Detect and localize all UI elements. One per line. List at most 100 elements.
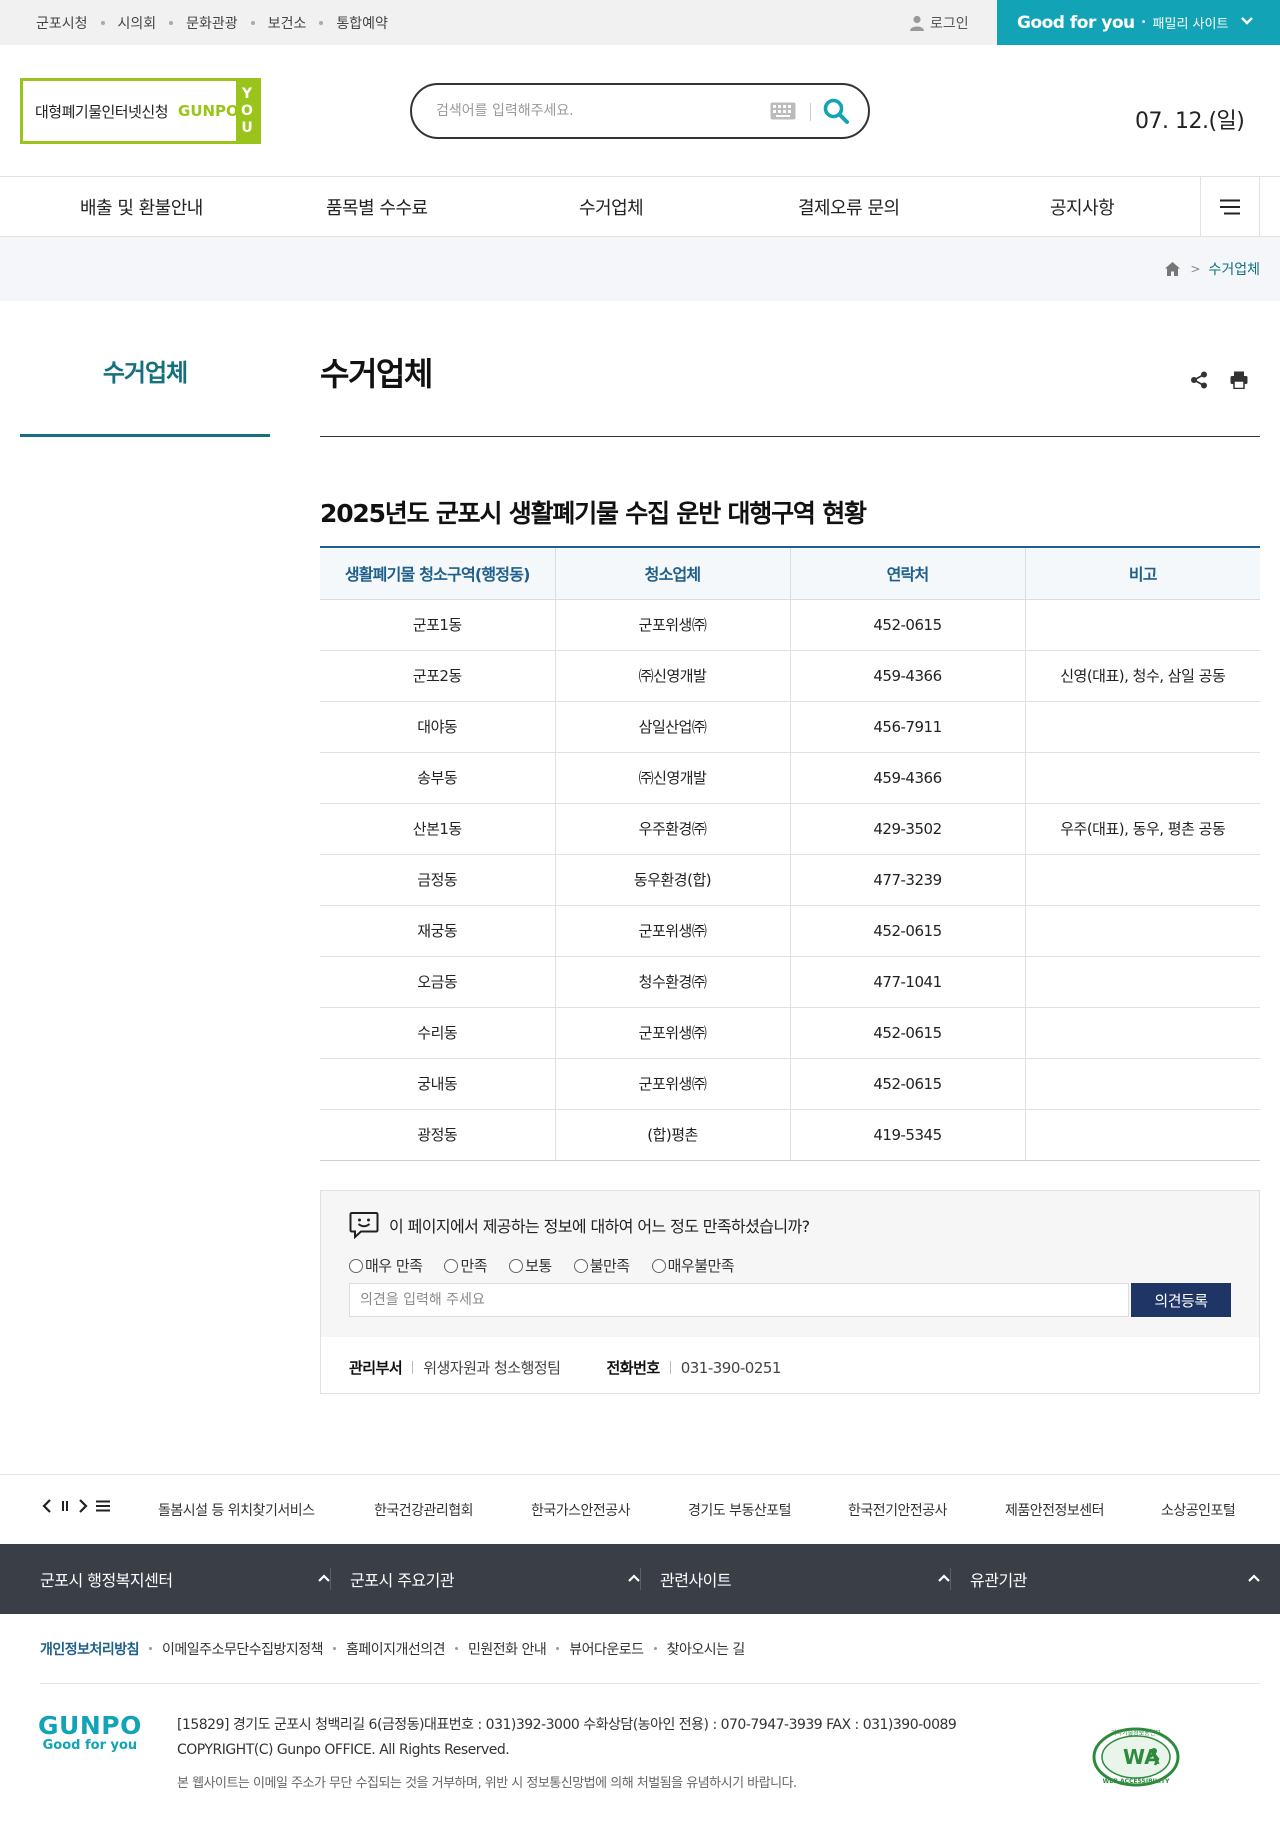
keyboard-icon[interactable] [770, 102, 796, 120]
cell-company: 군포위생㈜ [555, 905, 791, 957]
phone-guide-link[interactable]: 민원전화 안내 [468, 1639, 547, 1659]
banner-link[interactable]: 한국가스안전공사 [531, 1500, 631, 1520]
footer-logo: GUNPO Good for you [38, 1711, 142, 1753]
person-icon [910, 15, 924, 31]
manager-label: 관리부서 [349, 1359, 403, 1377]
nav-item-disposal-guide[interactable]: 배출 및 환불안내 [80, 177, 203, 237]
cell-district: 송부동 [320, 752, 556, 804]
option-neutral[interactable]: 보통 [509, 1255, 552, 1276]
logo-gunpo: GUNPO [178, 102, 239, 120]
cell-company: 군포위생㈜ [555, 599, 791, 651]
chevron-down-icon [1241, 17, 1253, 25]
search-icon[interactable] [822, 97, 850, 125]
top-link-health[interactable]: 보건소 [268, 13, 307, 33]
radio-button[interactable] [509, 1258, 524, 1273]
phone-label: 전화번호 [606, 1359, 660, 1377]
cell-district: 오금동 [320, 956, 556, 1008]
cell-company: (합)평촌 [555, 1109, 791, 1161]
top-link-reservation[interactable]: 통합예약 [336, 13, 388, 33]
side-nav-title[interactable]: 수거업체 [20, 345, 270, 388]
page-title: 수거업체 [320, 355, 433, 393]
cell-note [1025, 905, 1260, 957]
email-policy-link[interactable]: 이메일주소무단수집방지정책 [162, 1639, 323, 1659]
all-menu-button[interactable] [1200, 177, 1260, 237]
dropdown-welfare-centers[interactable]: 군포시 행정복지센터 [40, 1544, 350, 1614]
nav-item-collectors[interactable]: 수거업체 [579, 177, 644, 237]
option-label: 만족 [460, 1257, 488, 1275]
radio-button[interactable] [573, 1258, 588, 1273]
separator-dot [556, 1647, 560, 1650]
login-label: 로그인 [930, 15, 969, 32]
table-row: 군포1동 군포위생㈜ 452-0615 [320, 599, 1260, 651]
cell-district: 금정동 [320, 854, 556, 906]
radio-button[interactable] [444, 1258, 459, 1273]
option-label: 보통 [525, 1257, 552, 1275]
option-satisfied[interactable]: 만족 [444, 1255, 488, 1276]
option-dissatisfied[interactable]: 불만족 [573, 1255, 630, 1276]
banner-link[interactable]: 한국전기안전공사 [848, 1500, 948, 1520]
share-icon[interactable] [1190, 371, 1208, 389]
improvement-link[interactable]: 홈페이지개선의견 [346, 1639, 446, 1659]
cell-district: 군포2동 [320, 650, 556, 702]
top-link-culture[interactable]: 문화관광 [186, 13, 238, 33]
search-input[interactable] [436, 103, 766, 119]
submit-opinion-button[interactable]: 의견등록 [1131, 1283, 1231, 1317]
cell-note [1025, 1109, 1260, 1161]
dropdown-label: 관련사이트 [660, 1571, 732, 1590]
radio-button[interactable] [349, 1258, 363, 1273]
family-site-button[interactable]: Good for you • 패밀리 사이트 [997, 0, 1280, 45]
cell-district: 산본1동 [320, 803, 556, 855]
option-very-satisfied[interactable]: 매우 만족 [349, 1255, 423, 1276]
breadcrumb-current[interactable]: 수거업체 [1208, 259, 1260, 279]
current-date: 07. 12.(일) [1135, 109, 1245, 134]
divider [640, 1568, 641, 1590]
site-logo[interactable]: 대형폐기물인터넷신청 GUNPO Y O U [20, 78, 261, 144]
nav-item-payment-error[interactable]: 결제오류 문의 [798, 177, 900, 237]
directions-link[interactable]: 찾아오시는 길 [667, 1639, 746, 1659]
banner-link[interactable]: 한국건강관리협회 [374, 1500, 474, 1520]
privacy-policy-link[interactable]: 개인정보처리방침 [40, 1639, 140, 1659]
viewer-download-link[interactable]: 뷰어다운로드 [569, 1639, 644, 1659]
divider [810, 103, 811, 121]
banner-link[interactable]: 돌봄시설 등 위치찾기서비스 [158, 1500, 315, 1520]
nav-item-fees[interactable]: 품목별 수수료 [326, 177, 428, 237]
option-very-dissatisfied[interactable]: 매우불만족 [651, 1255, 735, 1276]
top-link-city-hall[interactable]: 군포시청 [36, 13, 88, 33]
banner-link[interactable]: 소상공인포털 [1161, 1500, 1236, 1520]
web-accessibility-mark-icon[interactable]: WA 과학기술정보통신부 WEB ACCESSIBILITY [1090, 1725, 1182, 1789]
smiley-chat-icon [349, 1212, 379, 1239]
print-icon[interactable] [1230, 371, 1248, 389]
footer-address: [15829] 경기도 군포시 청백리길 6(금정동)대표번호 : 031)39… [177, 1713, 957, 1763]
divider [950, 1568, 951, 1590]
radio-button[interactable] [651, 1258, 666, 1273]
side-navigation: 수거업체 [20, 345, 270, 437]
search-box [410, 83, 870, 139]
footer-logo-text: GUNPO [38, 1711, 142, 1740]
opinion-input[interactable] [349, 1283, 1129, 1317]
separator-dot [100, 20, 105, 25]
dropdown-label: 군포시 행정복지센터 [40, 1571, 173, 1590]
chevron-right-icon: > [1190, 262, 1201, 276]
chevron-up-icon [628, 1574, 640, 1582]
section-title: 2025년도 군포시 생활폐기물 수집 운반 대행구역 현황 [320, 499, 867, 528]
cell-contact: 459-4366 [790, 752, 1026, 804]
cell-note: 신영(대표), 청수, 삼일 공동 [1025, 650, 1260, 702]
separator-dot [455, 1647, 459, 1650]
cell-company: 동우환경(합) [555, 854, 791, 906]
banner-link[interactable]: 제품안전정보센터 [1005, 1500, 1105, 1520]
top-link-council[interactable]: 시의회 [118, 13, 157, 33]
nav-item-notice[interactable]: 공지사항 [1050, 177, 1115, 237]
dropdown-related-sites[interactable]: 관련사이트 [660, 1544, 970, 1614]
login-link[interactable]: 로그인 [910, 0, 969, 45]
cell-contact: 452-0615 [790, 905, 1026, 957]
cell-contact: 452-0615 [790, 599, 1026, 651]
satisfaction-survey: 이 페이지에서 제공하는 정보에 대하여 어느 정도 만족하셨습니까? 매우 만… [320, 1190, 1260, 1394]
table-row: 대야동 삼일산업㈜ 456-7911 [320, 701, 1260, 753]
dropdown-major-institutions[interactable]: 군포시 주요기관 [350, 1544, 660, 1614]
banner-link[interactable]: 경기도 부동산포털 [688, 1500, 792, 1520]
dropdown-affiliated-agencies[interactable]: 유관기관 [970, 1544, 1280, 1614]
page-title-bar: 수거업체 [320, 345, 1260, 437]
cell-company: ㈜신영개발 [555, 650, 791, 702]
copyright-text: COPYRIGHT(C) Gunpo OFFICE. All Rights Re… [177, 1742, 510, 1758]
home-icon[interactable] [1165, 262, 1181, 276]
